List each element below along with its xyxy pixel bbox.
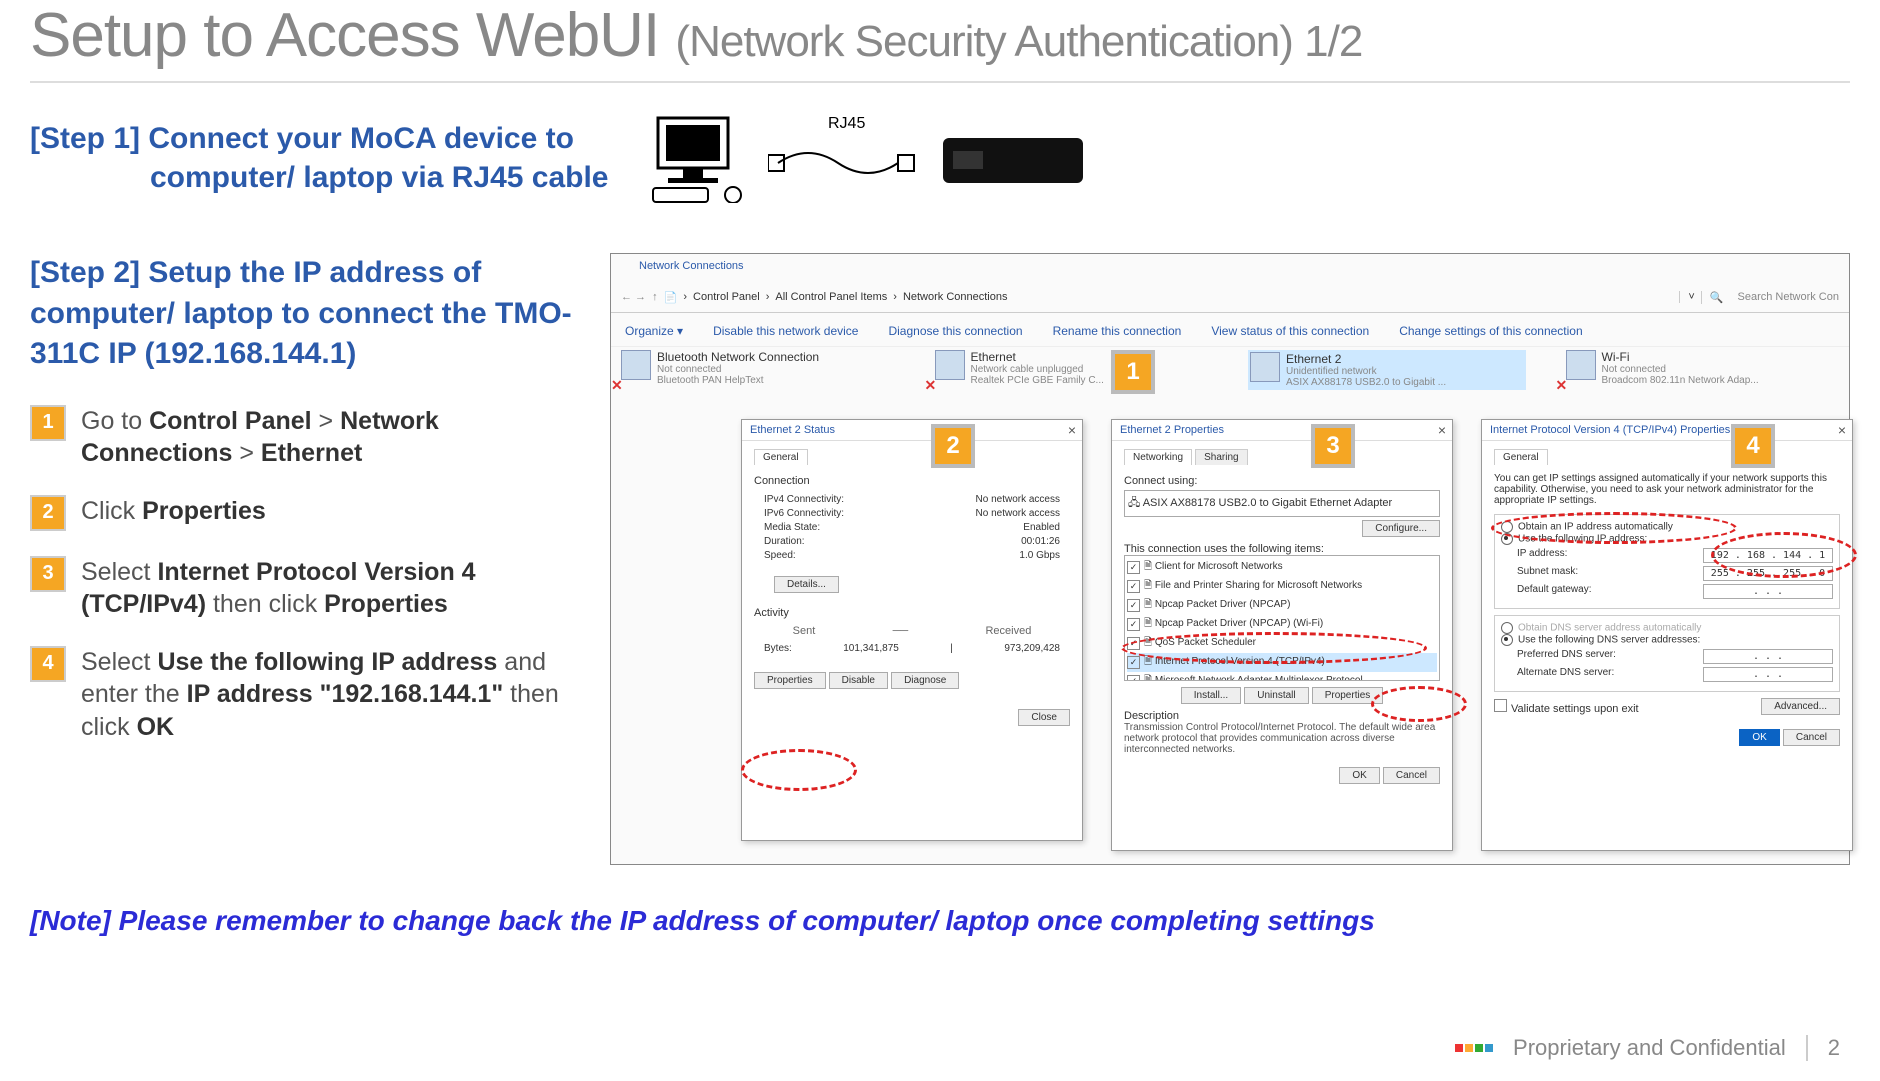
organize-menu[interactable]: Organize ▾ xyxy=(625,324,683,338)
subnet-mask-input[interactable]: 255 . 255 . 255 . 0 xyxy=(1703,566,1833,581)
explorer-toolbar: Organize ▾ Disable this network device D… xyxy=(611,316,1849,347)
diagnose-link[interactable]: Diagnose this connection xyxy=(888,324,1022,338)
details-button[interactable]: Details... xyxy=(774,576,839,593)
adapter-icon xyxy=(1250,352,1280,382)
ok-button[interactable]: OK xyxy=(1339,767,1379,784)
adapter-icon xyxy=(1566,350,1596,380)
svg-text:RJ45: RJ45 xyxy=(828,115,865,132)
router-icon xyxy=(938,123,1088,193)
protocol-item[interactable]: ✓🗎 Internet Protocol Version 4 (TCP/IPv4… xyxy=(1127,653,1437,672)
logo-icon xyxy=(1455,1044,1493,1052)
disable-button[interactable]: Disable xyxy=(829,672,888,689)
adapter-item[interactable]: ✕EthernetNetwork cable unpluggedRealtek … xyxy=(935,350,1209,390)
screenshot-area: Network Connections ← → ↑ 📄› Control Pan… xyxy=(610,253,1850,865)
step2-heading: [Step 2] Setup the IP address of compute… xyxy=(30,253,590,375)
step-number: 2 xyxy=(30,495,66,531)
step-number: 4 xyxy=(30,646,66,682)
close-icon[interactable]: × xyxy=(1438,422,1446,438)
close-button[interactable]: Close xyxy=(1018,709,1070,726)
advanced-button[interactable]: Advanced... xyxy=(1761,698,1840,715)
ethernet-properties-window: Ethernet 2 Properties× Networking Sharin… xyxy=(1111,419,1453,851)
callout-4: 4 xyxy=(1731,424,1775,468)
footer: Proprietary and Confidential 2 xyxy=(1455,1035,1840,1061)
configure-button[interactable]: Configure... xyxy=(1362,520,1440,537)
step1-heading: [Step 1] Connect your MoCA device to com… xyxy=(30,119,608,197)
close-icon[interactable]: × xyxy=(1068,422,1076,438)
step-text: Select Use the following IP address and … xyxy=(81,646,590,744)
callout-2: 2 xyxy=(931,424,975,468)
validate-checkbox[interactable] xyxy=(1494,699,1507,712)
adapter-icon xyxy=(621,350,651,380)
protocol-item[interactable]: ✓🗎 Npcap Packet Driver (NPCAP) xyxy=(1127,596,1437,615)
step-number: 3 xyxy=(30,556,66,592)
adapter-icon xyxy=(935,350,965,380)
properties-button[interactable]: Properties xyxy=(754,672,826,689)
protocol-item[interactable]: ✓🗎 File and Printer Sharing for Microsof… xyxy=(1127,577,1437,596)
step-text: Select Internet Protocol Version 4 (TCP/… xyxy=(81,556,590,621)
view-status-link[interactable]: View status of this connection xyxy=(1211,324,1369,338)
adapter-item[interactable]: ✕Wi-FiNot connectedBroadcom 802.11n Netw… xyxy=(1566,350,1840,390)
cancel-button[interactable]: Cancel xyxy=(1383,767,1440,784)
search-input[interactable]: Search Network Con xyxy=(1738,291,1840,303)
explorer-window-label: Network Connections xyxy=(639,260,744,272)
rj45-cable-icon: RJ45 xyxy=(768,113,928,203)
uninstall-button[interactable]: Uninstall xyxy=(1244,687,1308,704)
close-icon[interactable]: × xyxy=(1838,422,1846,438)
note-text: [Note] Please remember to change back th… xyxy=(30,905,1850,937)
callout-3: 3 xyxy=(1311,424,1355,468)
ipv4-properties-window: Internet Protocol Version 4 (TCP/IPv4) P… xyxy=(1481,419,1853,851)
tab-sharing[interactable]: Sharing xyxy=(1195,449,1247,465)
protocol-item[interactable]: ✓🗎 QoS Packet Scheduler xyxy=(1127,634,1437,653)
dns2-input[interactable]: . . . xyxy=(1703,667,1833,682)
step1-illustration: RJ45 xyxy=(648,113,1088,203)
ok-button-4[interactable]: OK xyxy=(1739,729,1779,746)
breadcrumb: ← → ↑ 📄› Control Panel› All Control Pane… xyxy=(611,282,1849,313)
step-number: 1 xyxy=(30,405,66,441)
diagnose-button[interactable]: Diagnose xyxy=(891,672,959,689)
step-text: Click Properties xyxy=(81,495,266,528)
install-button[interactable]: Install... xyxy=(1181,687,1241,704)
computer-icon xyxy=(648,113,758,203)
ethernet-status-window: Ethernet 2 Status× General Connection IP… xyxy=(741,419,1083,841)
gateway-input[interactable]: . . . xyxy=(1703,584,1833,599)
disable-device-link[interactable]: Disable this network device xyxy=(713,324,858,338)
callout-1: 1 xyxy=(1111,350,1155,394)
tab-general[interactable]: General xyxy=(754,449,808,465)
properties-button-2[interactable]: Properties xyxy=(1312,687,1384,704)
ip-address-input[interactable]: 192 . 168 . 144 . 1 xyxy=(1703,548,1833,563)
change-settings-link[interactable]: Change settings of this connection xyxy=(1399,324,1582,338)
step-text: Go to Control Panel > Network Connection… xyxy=(81,405,590,470)
cancel-button-4[interactable]: Cancel xyxy=(1783,729,1840,746)
dns1-input[interactable]: . . . xyxy=(1703,649,1833,664)
page-title: Setup to Access WebUI (Network Security … xyxy=(30,0,1850,71)
protocol-item[interactable]: ✓🗎 Microsoft Network Adapter Multiplexor… xyxy=(1127,672,1437,681)
tab-general-4[interactable]: General xyxy=(1494,449,1548,465)
adapter-item[interactable]: Ethernet 2Unidentified networkASIX AX881… xyxy=(1248,350,1526,390)
protocol-item[interactable]: ✓🗎 Npcap Packet Driver (NPCAP) (Wi-Fi) xyxy=(1127,615,1437,634)
protocol-item[interactable]: ✓🗎 Client for Microsoft Networks xyxy=(1127,558,1437,577)
divider xyxy=(30,81,1850,83)
adapter-item[interactable]: ✕Bluetooth Network ConnectionNot connect… xyxy=(621,350,895,390)
tab-networking[interactable]: Networking xyxy=(1124,449,1192,465)
rename-link[interactable]: Rename this connection xyxy=(1053,324,1182,338)
